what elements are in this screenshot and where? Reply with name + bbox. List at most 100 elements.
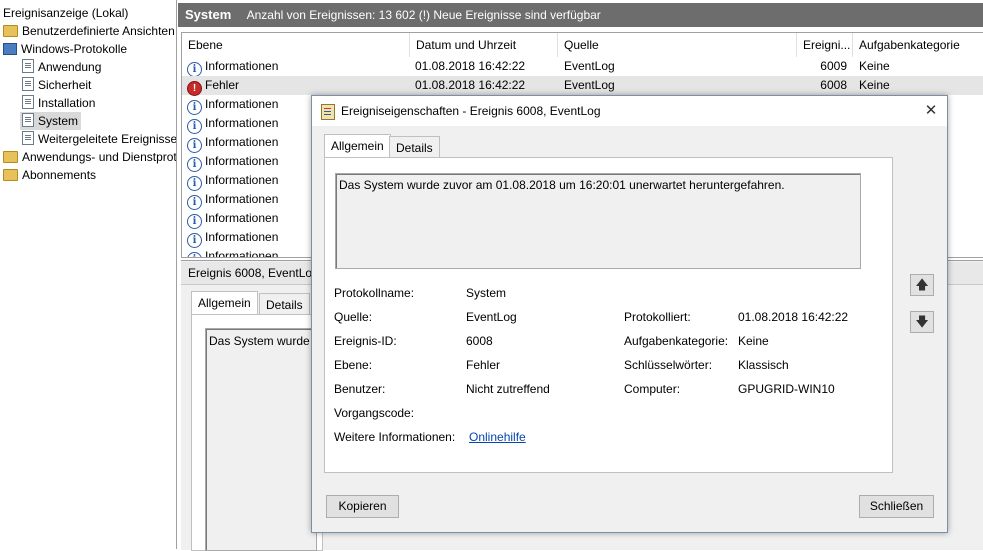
folder-icon <box>3 151 18 163</box>
tree-item-subscriptions[interactable]: Abonnements <box>3 166 96 184</box>
info-icon: i <box>187 252 202 257</box>
event-id-value: 6008 <box>466 334 493 348</box>
row-datetime: 01.08.2018 16:42:22 <box>415 78 526 92</box>
tree-item-app-service-logs[interactable]: Anwendungs- und Dienstprotokolle <box>3 148 177 166</box>
keywords-value: Klassisch <box>738 358 789 372</box>
tree-item-label: Ereignisanzeige (Lokal) <box>3 6 129 20</box>
online-help-link[interactable]: Onlinehilfe <box>469 430 526 444</box>
row-level: Informationen <box>205 192 279 206</box>
row-source: EventLog <box>564 78 615 92</box>
tree-item-label: System <box>38 114 79 128</box>
more-info-label: Weitere Informationen: <box>334 430 456 444</box>
info-icon: i <box>187 100 202 115</box>
close-icon[interactable]: ✕ <box>921 101 941 121</box>
tree-item-forwarded-events[interactable]: Weitergeleitete Ereignisse <box>22 130 177 148</box>
row-level: Informationen <box>205 211 279 225</box>
log-name-label: Protokollname: <box>334 286 415 300</box>
column-header-task-category[interactable]: Aufgabenkategorie <box>853 33 983 57</box>
info-icon: i <box>187 157 202 172</box>
column-header-datetime[interactable]: Datum und Uhrzeit <box>410 33 558 57</box>
tree-item-label: Anwendungs- und Dienstprotokolle <box>22 150 177 164</box>
event-count: Anzahl von Ereignissen: 13 602 (!) Neue … <box>246 8 601 22</box>
folder-icon <box>3 169 18 181</box>
preview-tab-details[interactable]: Details <box>259 293 310 315</box>
keywords-label: Schlüsselwörter: <box>624 358 713 372</box>
logged-label: Protokolliert: <box>624 310 691 324</box>
log-icon <box>22 131 34 145</box>
event-log-icon <box>321 104 335 120</box>
arrow-down-icon: 🡇 <box>915 314 929 329</box>
tree-item-label: Anwendung <box>38 60 102 74</box>
info-icon: i <box>187 176 202 191</box>
row-level: Fehler <box>205 78 240 92</box>
log-icon <box>22 59 34 73</box>
event-preview-title: Ereignis 6008, EventLog <box>188 266 319 280</box>
tree-item-label: Weitergeleitete Ereignisse <box>38 132 177 146</box>
info-icon: i <box>187 119 202 134</box>
event-id-label: Ereignis-ID: <box>334 334 397 348</box>
tree-item-application[interactable]: Anwendung <box>22 58 101 76</box>
row-level: Informationen <box>205 173 279 187</box>
tab-details[interactable]: Details <box>389 136 440 158</box>
source-value: EventLog <box>466 310 517 324</box>
info-icon: i <box>187 62 202 77</box>
info-icon: i <box>187 195 202 210</box>
row-level: Informationen <box>205 249 279 258</box>
row-event-id: 6009 <box>820 59 847 73</box>
tree-item-label: Benutzerdefinierte Ansichten <box>22 24 175 38</box>
user-label: Benutzer: <box>334 382 386 396</box>
tree-item-custom-views[interactable]: Benutzerdefinierte Ansichten <box>3 22 175 40</box>
column-header-event-id[interactable]: Ereigni... <box>797 33 853 57</box>
copy-button[interactable]: Kopieren <box>326 495 399 518</box>
tree-item-root[interactable]: Ereignisanzeige (Lokal) <box>3 4 128 22</box>
info-icon: i <box>187 214 202 229</box>
computer-value: GPUGRID-WIN10 <box>738 382 835 396</box>
source-label: Quelle: <box>334 310 373 324</box>
level-value: Fehler <box>466 358 501 372</box>
row-datetime: 01.08.2018 16:42:22 <box>415 59 526 73</box>
next-event-button[interactable]: 🡇 <box>910 311 934 333</box>
previous-event-button[interactable]: 🡅 <box>910 274 934 296</box>
dialog-titlebar: Ereigniseigenschaften - Ereignis 6008, E… <box>312 96 947 126</box>
opcode-label: Vorgangscode: <box>334 406 415 420</box>
log-icon <box>22 113 34 127</box>
tree-item-system[interactable]: System <box>20 112 82 130</box>
tree-item-label: Installation <box>38 96 96 110</box>
computer-folder-icon <box>3 43 17 55</box>
info-icon: i <box>187 233 202 248</box>
preview-tab-general[interactable]: Allgemein <box>191 291 258 315</box>
tab-general[interactable]: Allgemein <box>324 134 391 158</box>
error-icon: ! <box>187 81 202 96</box>
folder-icon <box>3 25 18 37</box>
table-row[interactable]: i Informationen 01.08.2018 16:42:22 Event… <box>182 57 983 77</box>
info-icon: i <box>187 138 202 153</box>
log-header: System Anzahl von Ereignissen: 13 602 (!… <box>178 3 983 27</box>
column-header-source[interactable]: Quelle <box>558 33 797 57</box>
row-event-id: 6008 <box>820 78 847 92</box>
arrow-up-icon: 🡅 <box>915 277 929 292</box>
close-button[interactable]: Schließen <box>859 495 934 518</box>
log-name-value: System <box>466 286 507 300</box>
column-header-level[interactable]: Ebene <box>182 33 410 57</box>
row-source: EventLog <box>564 59 615 73</box>
event-message: Das System wurde zuvor am 01.08.2018 um … <box>339 178 785 192</box>
dialog-title: Ereigniseigenschaften - Ereignis 6008, E… <box>341 104 601 118</box>
event-properties-dialog: Ereigniseigenschaften - Ereignis 6008, E… <box>311 95 948 533</box>
tree-item-windows-logs[interactable]: Windows-Protokolle <box>3 40 127 58</box>
tree-item-label: Sicherheit <box>38 78 92 92</box>
row-level: Informationen <box>205 59 279 73</box>
row-level: Informationen <box>205 97 279 111</box>
row-level: Informationen <box>205 116 279 130</box>
logged-value: 01.08.2018 16:42:22 <box>738 310 849 324</box>
tree-item-setup[interactable]: Installation <box>22 94 95 112</box>
log-icon <box>22 77 34 91</box>
message-box[interactable]: Das System wurde zuvor am 01.08.2018 um … <box>335 173 861 269</box>
row-level: Informationen <box>205 230 279 244</box>
user-value: Nicht zutreffend <box>466 382 550 396</box>
level-label: Ebene: <box>334 358 373 372</box>
tree-item-label: Windows-Protokolle <box>21 42 128 56</box>
table-row-selected[interactable]: ! Fehler 01.08.2018 16:42:22 EventLog 600… <box>182 76 983 96</box>
log-icon <box>22 95 34 109</box>
tree-item-security[interactable]: Sicherheit <box>22 76 91 94</box>
row-level: Informationen <box>205 135 279 149</box>
